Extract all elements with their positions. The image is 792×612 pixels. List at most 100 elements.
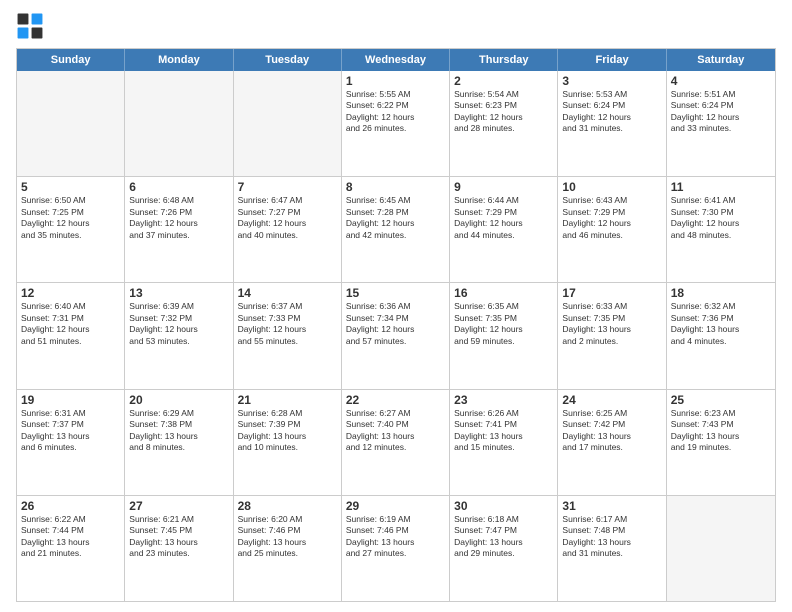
calendar-row: 19Sunrise: 6:31 AM Sunset: 7:37 PM Dayli… bbox=[17, 390, 775, 496]
day-info: Sunrise: 6:48 AM Sunset: 7:26 PM Dayligh… bbox=[129, 195, 228, 241]
calendar-cell: 24Sunrise: 6:25 AM Sunset: 7:42 PM Dayli… bbox=[558, 390, 666, 495]
calendar-header: SundayMondayTuesdayWednesdayThursdayFrid… bbox=[17, 49, 775, 71]
calendar: SundayMondayTuesdayWednesdayThursdayFrid… bbox=[16, 48, 776, 602]
day-number: 20 bbox=[129, 393, 228, 407]
calendar-body: 1Sunrise: 5:55 AM Sunset: 6:22 PM Daylig… bbox=[17, 71, 775, 601]
day-info: Sunrise: 6:50 AM Sunset: 7:25 PM Dayligh… bbox=[21, 195, 120, 241]
day-info: Sunrise: 6:29 AM Sunset: 7:38 PM Dayligh… bbox=[129, 408, 228, 454]
calendar-cell: 21Sunrise: 6:28 AM Sunset: 7:39 PM Dayli… bbox=[234, 390, 342, 495]
day-info: Sunrise: 6:44 AM Sunset: 7:29 PM Dayligh… bbox=[454, 195, 553, 241]
calendar-cell: 9Sunrise: 6:44 AM Sunset: 7:29 PM Daylig… bbox=[450, 177, 558, 282]
calendar-cell bbox=[667, 496, 775, 601]
day-info: Sunrise: 5:54 AM Sunset: 6:23 PM Dayligh… bbox=[454, 89, 553, 135]
day-info: Sunrise: 6:28 AM Sunset: 7:39 PM Dayligh… bbox=[238, 408, 337, 454]
day-number: 9 bbox=[454, 180, 553, 194]
calendar-cell: 30Sunrise: 6:18 AM Sunset: 7:47 PM Dayli… bbox=[450, 496, 558, 601]
day-number: 21 bbox=[238, 393, 337, 407]
day-number: 8 bbox=[346, 180, 445, 194]
calendar-cell: 4Sunrise: 5:51 AM Sunset: 6:24 PM Daylig… bbox=[667, 71, 775, 176]
day-info: Sunrise: 6:26 AM Sunset: 7:41 PM Dayligh… bbox=[454, 408, 553, 454]
day-number: 19 bbox=[21, 393, 120, 407]
day-number: 23 bbox=[454, 393, 553, 407]
day-number: 31 bbox=[562, 499, 661, 513]
day-number: 24 bbox=[562, 393, 661, 407]
calendar-cell: 3Sunrise: 5:53 AM Sunset: 6:24 PM Daylig… bbox=[558, 71, 666, 176]
day-number: 2 bbox=[454, 74, 553, 88]
logo bbox=[16, 12, 46, 40]
day-info: Sunrise: 6:40 AM Sunset: 7:31 PM Dayligh… bbox=[21, 301, 120, 347]
calendar-cell bbox=[17, 71, 125, 176]
calendar-cell: 20Sunrise: 6:29 AM Sunset: 7:38 PM Dayli… bbox=[125, 390, 233, 495]
day-number: 25 bbox=[671, 393, 771, 407]
day-number: 10 bbox=[562, 180, 661, 194]
calendar-cell: 10Sunrise: 6:43 AM Sunset: 7:29 PM Dayli… bbox=[558, 177, 666, 282]
day-info: Sunrise: 6:35 AM Sunset: 7:35 PM Dayligh… bbox=[454, 301, 553, 347]
day-info: Sunrise: 6:32 AM Sunset: 7:36 PM Dayligh… bbox=[671, 301, 771, 347]
day-info: Sunrise: 6:41 AM Sunset: 7:30 PM Dayligh… bbox=[671, 195, 771, 241]
calendar-cell bbox=[234, 71, 342, 176]
day-number: 14 bbox=[238, 286, 337, 300]
calendar-header-cell: Wednesday bbox=[342, 49, 450, 71]
day-info: Sunrise: 6:20 AM Sunset: 7:46 PM Dayligh… bbox=[238, 514, 337, 560]
calendar-cell: 31Sunrise: 6:17 AM Sunset: 7:48 PM Dayli… bbox=[558, 496, 666, 601]
header bbox=[16, 12, 776, 40]
day-number: 29 bbox=[346, 499, 445, 513]
calendar-cell: 23Sunrise: 6:26 AM Sunset: 7:41 PM Dayli… bbox=[450, 390, 558, 495]
calendar-cell: 19Sunrise: 6:31 AM Sunset: 7:37 PM Dayli… bbox=[17, 390, 125, 495]
calendar-cell: 7Sunrise: 6:47 AM Sunset: 7:27 PM Daylig… bbox=[234, 177, 342, 282]
day-info: Sunrise: 6:17 AM Sunset: 7:48 PM Dayligh… bbox=[562, 514, 661, 560]
calendar-row: 26Sunrise: 6:22 AM Sunset: 7:44 PM Dayli… bbox=[17, 496, 775, 601]
calendar-cell: 5Sunrise: 6:50 AM Sunset: 7:25 PM Daylig… bbox=[17, 177, 125, 282]
calendar-header-cell: Thursday bbox=[450, 49, 558, 71]
day-number: 28 bbox=[238, 499, 337, 513]
day-info: Sunrise: 6:23 AM Sunset: 7:43 PM Dayligh… bbox=[671, 408, 771, 454]
day-info: Sunrise: 6:37 AM Sunset: 7:33 PM Dayligh… bbox=[238, 301, 337, 347]
day-info: Sunrise: 6:43 AM Sunset: 7:29 PM Dayligh… bbox=[562, 195, 661, 241]
calendar-header-cell: Monday bbox=[125, 49, 233, 71]
day-info: Sunrise: 6:22 AM Sunset: 7:44 PM Dayligh… bbox=[21, 514, 120, 560]
calendar-cell: 27Sunrise: 6:21 AM Sunset: 7:45 PM Dayli… bbox=[125, 496, 233, 601]
page: SundayMondayTuesdayWednesdayThursdayFrid… bbox=[0, 0, 792, 612]
day-number: 13 bbox=[129, 286, 228, 300]
calendar-cell bbox=[125, 71, 233, 176]
day-info: Sunrise: 5:51 AM Sunset: 6:24 PM Dayligh… bbox=[671, 89, 771, 135]
calendar-header-cell: Friday bbox=[558, 49, 666, 71]
calendar-cell: 28Sunrise: 6:20 AM Sunset: 7:46 PM Dayli… bbox=[234, 496, 342, 601]
calendar-cell: 15Sunrise: 6:36 AM Sunset: 7:34 PM Dayli… bbox=[342, 283, 450, 388]
calendar-cell: 22Sunrise: 6:27 AM Sunset: 7:40 PM Dayli… bbox=[342, 390, 450, 495]
day-number: 7 bbox=[238, 180, 337, 194]
calendar-cell: 16Sunrise: 6:35 AM Sunset: 7:35 PM Dayli… bbox=[450, 283, 558, 388]
day-number: 5 bbox=[21, 180, 120, 194]
day-number: 1 bbox=[346, 74, 445, 88]
day-number: 18 bbox=[671, 286, 771, 300]
day-number: 6 bbox=[129, 180, 228, 194]
day-info: Sunrise: 6:18 AM Sunset: 7:47 PM Dayligh… bbox=[454, 514, 553, 560]
day-info: Sunrise: 6:21 AM Sunset: 7:45 PM Dayligh… bbox=[129, 514, 228, 560]
calendar-row: 1Sunrise: 5:55 AM Sunset: 6:22 PM Daylig… bbox=[17, 71, 775, 177]
day-number: 22 bbox=[346, 393, 445, 407]
calendar-cell: 26Sunrise: 6:22 AM Sunset: 7:44 PM Dayli… bbox=[17, 496, 125, 601]
calendar-header-cell: Tuesday bbox=[234, 49, 342, 71]
calendar-cell: 17Sunrise: 6:33 AM Sunset: 7:35 PM Dayli… bbox=[558, 283, 666, 388]
day-number: 15 bbox=[346, 286, 445, 300]
day-info: Sunrise: 6:25 AM Sunset: 7:42 PM Dayligh… bbox=[562, 408, 661, 454]
calendar-cell: 2Sunrise: 5:54 AM Sunset: 6:23 PM Daylig… bbox=[450, 71, 558, 176]
day-number: 27 bbox=[129, 499, 228, 513]
day-number: 30 bbox=[454, 499, 553, 513]
day-info: Sunrise: 6:33 AM Sunset: 7:35 PM Dayligh… bbox=[562, 301, 661, 347]
day-number: 3 bbox=[562, 74, 661, 88]
calendar-header-cell: Sunday bbox=[17, 49, 125, 71]
day-info: Sunrise: 5:53 AM Sunset: 6:24 PM Dayligh… bbox=[562, 89, 661, 135]
calendar-cell: 8Sunrise: 6:45 AM Sunset: 7:28 PM Daylig… bbox=[342, 177, 450, 282]
day-info: Sunrise: 6:45 AM Sunset: 7:28 PM Dayligh… bbox=[346, 195, 445, 241]
day-number: 16 bbox=[454, 286, 553, 300]
day-info: Sunrise: 6:19 AM Sunset: 7:46 PM Dayligh… bbox=[346, 514, 445, 560]
day-info: Sunrise: 5:55 AM Sunset: 6:22 PM Dayligh… bbox=[346, 89, 445, 135]
calendar-row: 12Sunrise: 6:40 AM Sunset: 7:31 PM Dayli… bbox=[17, 283, 775, 389]
day-number: 4 bbox=[671, 74, 771, 88]
day-number: 11 bbox=[671, 180, 771, 194]
logo-icon bbox=[16, 12, 44, 40]
calendar-cell: 11Sunrise: 6:41 AM Sunset: 7:30 PM Dayli… bbox=[667, 177, 775, 282]
calendar-cell: 29Sunrise: 6:19 AM Sunset: 7:46 PM Dayli… bbox=[342, 496, 450, 601]
day-info: Sunrise: 6:27 AM Sunset: 7:40 PM Dayligh… bbox=[346, 408, 445, 454]
